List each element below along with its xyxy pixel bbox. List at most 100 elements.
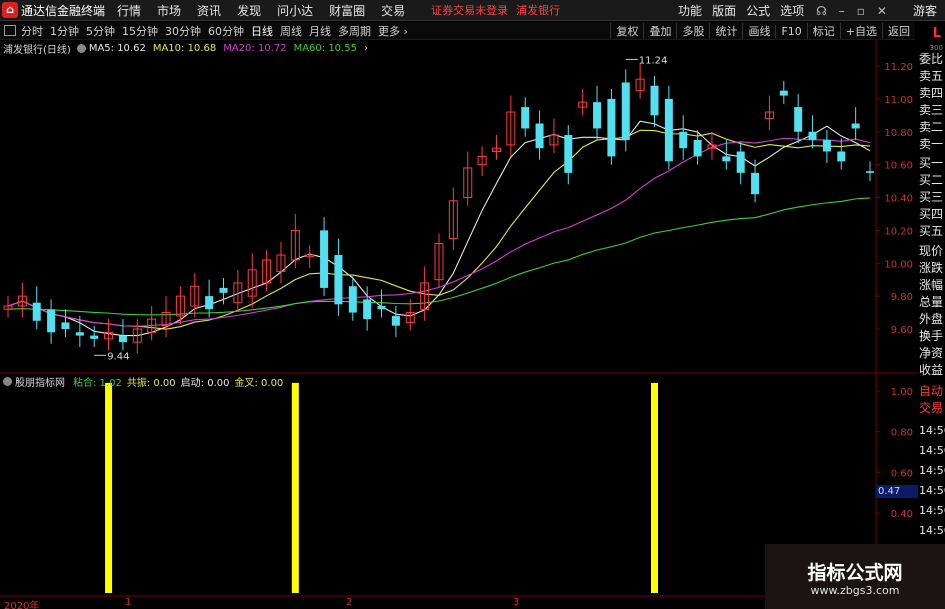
candle-body-down [334, 255, 343, 305]
panel-toggle-icon[interactable] [4, 25, 16, 36]
menu-item-trade[interactable]: 交易 [381, 2, 405, 19]
candle-body-down [621, 82, 630, 140]
side-label: 14:56 [919, 424, 945, 437]
period-monthly[interactable]: 月线 [309, 23, 331, 39]
side-label: 换手 [919, 329, 944, 343]
candle-body-down [779, 90, 788, 96]
menu-item-market[interactable]: 市场 [157, 2, 181, 19]
indicator-bar [291, 382, 299, 593]
side-label: 卖三 [919, 103, 944, 117]
indicator-name: 股朋指标网 [15, 377, 65, 389]
menu-item-discover[interactable]: 发现 [237, 2, 261, 19]
side-label: 买一 [919, 156, 944, 170]
candle-body-down [650, 85, 659, 116]
guest-label[interactable]: 游客 [913, 2, 937, 19]
candle-body-down [693, 139, 702, 157]
indicator-tick-label: 0.60 [891, 468, 913, 479]
menu-item-wealth[interactable]: 财富圈 [329, 2, 365, 19]
indicator-tick-label: 1.00 [891, 387, 913, 398]
price-tick-label: 10.00 [884, 259, 913, 270]
stock-title: 浦发银行 [516, 4, 561, 17]
side-label: 卖一 [919, 137, 944, 151]
price-marker-label: 11.24 [639, 55, 668, 66]
price-tick-label: 11.20 [884, 62, 913, 73]
menu-item-layout[interactable]: 版面 [712, 2, 736, 19]
candle-body-down [205, 296, 214, 310]
date-tick: 2 [346, 597, 353, 608]
side-label: 卖五 [919, 69, 944, 83]
candle-body-down [219, 287, 228, 293]
menu-item-formula[interactable]: 公式 [746, 2, 770, 19]
side-label: 卖四 [919, 86, 944, 100]
candle-body-down [564, 135, 573, 173]
side-label: 总量 [919, 295, 944, 309]
period-15min[interactable]: 15分钟 [122, 23, 158, 39]
side-label: 买二 [919, 173, 944, 187]
watermark: 指标公式网 www.zbgs3.com [765, 544, 945, 609]
indicator-header: 股朋指标网 粘合: 1.02 共振: 0.00 启动: 0.00 金叉: 0.0… [0, 374, 288, 389]
tool-mark[interactable]: 标记 [806, 23, 840, 39]
menu-item-ask[interactable]: 问小达 [277, 2, 313, 19]
indicator-settings-icon[interactable] [3, 376, 12, 386]
restore-icon[interactable]: ▫ [857, 4, 865, 18]
price-tick-label: 9.60 [891, 325, 913, 336]
settings-circle-icon[interactable] [76, 43, 86, 53]
candle-body-down [377, 305, 386, 310]
candle-body-down [822, 139, 831, 152]
period-weekly[interactable]: 周线 [280, 23, 302, 39]
tool-stats[interactable]: 统计 [709, 23, 742, 39]
candle-body-down [47, 309, 56, 333]
headset-icon[interactable]: ☊ [816, 4, 827, 18]
indicator-value-start: 启动: 0.00 [180, 377, 230, 389]
tool-draw[interactable]: 画线 [742, 23, 775, 39]
period-intraday[interactable]: 分时 [21, 23, 43, 39]
candle-body-down [391, 315, 400, 326]
tool-adjust[interactable]: 复权 [610, 23, 643, 39]
indicator-tick-label: 0.80 [891, 428, 913, 439]
menu-item-news[interactable]: 资讯 [197, 2, 221, 19]
side-label: 卖二 [919, 120, 944, 134]
indicator-bar [105, 382, 113, 593]
period-daily[interactable]: 日线 [251, 23, 273, 39]
period-multi[interactable]: 多周期 [338, 23, 371, 39]
price-tick-label: 10.40 [884, 194, 913, 205]
price-tick-label: 10.20 [884, 226, 913, 237]
period-5min[interactable]: 5分钟 [86, 23, 115, 39]
candle-body-down [593, 102, 602, 129]
tool-back[interactable]: 返回 [882, 23, 915, 39]
tool-multi-stock[interactable]: 多股 [676, 23, 709, 39]
tool-overlay[interactable]: 叠加 [643, 23, 676, 39]
tool-add-watchlist[interactable]: +自选 [839, 23, 882, 39]
cursor-value-tag: 0.47 [876, 485, 918, 498]
close-icon[interactable]: ✕ [877, 4, 887, 18]
candle-body-down [722, 156, 731, 162]
side-label: 14:56 [919, 464, 945, 477]
period-more[interactable]: 更多 › [378, 23, 408, 39]
app-logo-icon: ⌂ [2, 2, 18, 18]
menu-bar: ⌂ 通达信金融终端 行情 市场 资讯 发现 问小达 财富圈 交易 证券交易未登录… [0, 0, 945, 21]
indicator-value-resonance: 共振: 0.00 [126, 377, 176, 389]
period-30min[interactable]: 30分钟 [165, 23, 201, 39]
menu-item-function[interactable]: 功能 [678, 2, 702, 19]
kline-chart[interactable]: 11.2011.0010.8010.6010.4010.2010.009.809… [0, 40, 918, 609]
candle-body-down [535, 123, 544, 149]
minimize-icon[interactable]: – [839, 4, 845, 18]
period-1min[interactable]: 1分钟 [50, 23, 79, 39]
login-status[interactable]: 证券交易未登录 [431, 2, 508, 18]
menu-item-quote[interactable]: 行情 [117, 2, 141, 19]
chevron-right-icon: › [400, 24, 408, 38]
side-label: 净资 [919, 346, 944, 360]
period-toolbar: 分时 1分钟 5分钟 15分钟 30分钟 60分钟 日线 周线 月线 多周期 更… [0, 22, 945, 40]
ma60-label: MA60: 10.55 [293, 42, 357, 54]
tool-f10[interactable]: F10 [775, 24, 806, 38]
menu-item-options[interactable]: 选项 [780, 2, 804, 19]
more-chevron-icon[interactable]: › [364, 43, 368, 54]
candle-body-down [521, 107, 530, 129]
side-label: 买四 [919, 207, 944, 221]
price-tick-label: 11.00 [884, 95, 913, 106]
indicator-bar [651, 382, 658, 593]
price-tick-label: 10.80 [884, 128, 913, 139]
watermark-url: www.zbgs3.com [810, 584, 900, 597]
period-60min[interactable]: 60分钟 [208, 23, 244, 39]
candle-body-down [348, 286, 357, 313]
